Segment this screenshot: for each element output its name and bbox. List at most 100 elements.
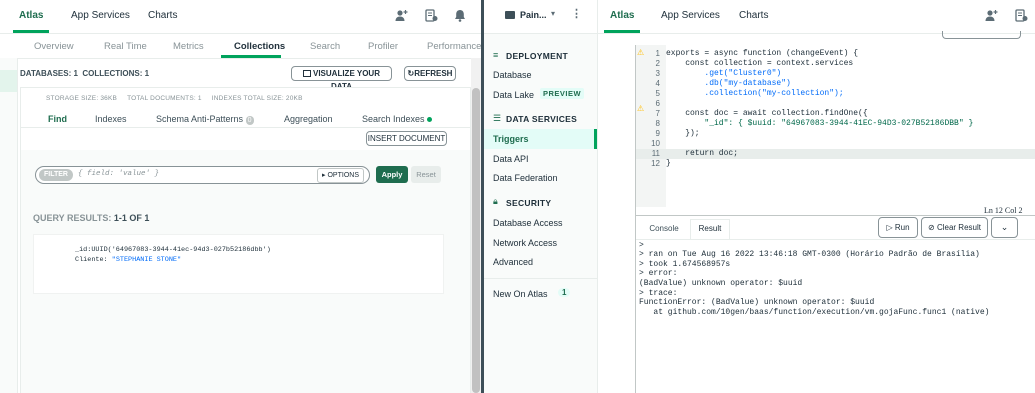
- scrollbar-thumb[interactable]: [472, 88, 480, 393]
- tabs-bottom-border: [636, 239, 1035, 240]
- line-number: 3: [655, 69, 660, 78]
- tab-console[interactable]: Console: [642, 220, 686, 238]
- stack-icon: ≡: [493, 50, 499, 60]
- clear-icon: ⊘: [928, 223, 935, 232]
- output-line: FunctionError: (BadValue) unknown operat…: [639, 298, 875, 307]
- sidebar-item-new-on-atlas[interactable]: New On Atlas: [493, 289, 548, 299]
- insert-document-button[interactable]: INSERT DOCUMENT: [366, 131, 447, 146]
- collection-stats: STORAGE SIZE: 36KB TOTAL DOCUMENTS: 1 IN…: [46, 95, 303, 102]
- subtab-collections[interactable]: Collections: [234, 41, 285, 52]
- nav-tab-charts[interactable]: Charts: [148, 0, 177, 33]
- refresh-button[interactable]: ↻REFRESH: [404, 66, 456, 81]
- nav-tab-atlas[interactable]: Atlas: [12, 0, 51, 33]
- code-line: }: [666, 159, 671, 168]
- clear-result-button[interactable]: ⊘ Clear Result: [921, 217, 988, 238]
- sidebar-item-triggers[interactable]: Triggers: [493, 134, 529, 144]
- line-number: 5: [655, 89, 660, 98]
- options-toggle[interactable]: ▸ OPTIONS: [317, 168, 364, 183]
- doc-cliente-value: "STEPHANIE STONE": [111, 256, 182, 264]
- document-card[interactable]: _id:UUID('64967083-3944-41ec-94d3-027b52…: [33, 234, 444, 294]
- section-security: SECURITY: [506, 198, 552, 208]
- run-button[interactable]: ▷ Run: [878, 217, 918, 238]
- line-number: 12: [651, 159, 660, 168]
- subtab-performance[interactable]: Performance: [427, 41, 481, 52]
- partial-button[interactable]: [942, 31, 1021, 39]
- subtab-search[interactable]: Search: [310, 41, 340, 52]
- code-line: return doc;: [666, 149, 739, 158]
- code-line: "_id": { $uuid: "64967083-3944-41EC-94D3…: [666, 119, 974, 128]
- nav-tab-charts-right[interactable]: Charts: [739, 0, 768, 33]
- more-options-icon[interactable]: ⋮: [571, 7, 582, 20]
- active-subtab-indicator: [221, 55, 281, 58]
- schema-count-badge: 0: [245, 116, 254, 125]
- indexes-size: INDEXES TOTAL SIZE: 20KB: [211, 95, 303, 102]
- invite-user-icon[interactable]: [394, 9, 408, 23]
- reset-button[interactable]: Reset: [411, 166, 441, 183]
- lock-icon: 🔒︎: [493, 196, 498, 206]
- subtab-overview[interactable]: Overview: [34, 41, 74, 52]
- namespace-sidebar: [0, 58, 18, 393]
- left-browser-pane: Atlas App Services Charts Overview Real …: [0, 0, 481, 393]
- sidebar-item-data-federation[interactable]: Data Federation: [493, 173, 558, 183]
- sidebar-item-advanced[interactable]: Advanced: [493, 257, 533, 267]
- total-documents: TOTAL DOCUMENTS: 1: [127, 95, 202, 102]
- sidebar-active-indicator: [594, 129, 597, 149]
- tab-search-indexes[interactable]: Search Indexes: [362, 114, 433, 124]
- filter-input[interactable]: { field: 'value' }: [78, 170, 159, 178]
- scrollbar-track[interactable]: [471, 58, 481, 393]
- app-services-sidebar: Pain... ▾ ⋮ ≡ DEPLOYMENT Database Data L…: [484, 0, 598, 393]
- db-collection-counts: DATABASES: 1 COLLECTIONS: 1: [20, 69, 149, 78]
- visualize-data-button[interactable]: VISUALIZE YOUR DATA: [291, 66, 392, 91]
- subtab-profiler[interactable]: Profiler: [368, 41, 398, 52]
- activity-feed-icon-right[interactable]: [1014, 9, 1028, 23]
- project-selector[interactable]: Pain...: [520, 10, 547, 20]
- apply-button[interactable]: Apply: [376, 166, 408, 183]
- collections-count: COLLECTIONS: 1: [82, 69, 150, 78]
- nav-tab-app-services-right[interactable]: App Services: [661, 0, 720, 33]
- sidebar-item-database[interactable]: Database: [493, 70, 532, 80]
- activity-feed-icon[interactable]: [424, 9, 438, 23]
- doc-id-value: UUID('64967083-3944-41ec-94d3-027b52186d…: [91, 246, 271, 254]
- top-nav: Atlas App Services Charts: [0, 0, 481, 34]
- right-top-nav: Atlas App Services Charts: [598, 0, 1035, 34]
- subtab-metrics[interactable]: Metrics: [173, 41, 204, 52]
- sidebar-item-data-api[interactable]: Data API: [493, 154, 529, 164]
- sidebar-divider: [484, 278, 597, 279]
- notifications-bell-icon[interactable]: [453, 9, 467, 23]
- code-line: const doc = await collection.findOne({: [666, 109, 868, 118]
- line-number: 10: [651, 139, 660, 148]
- doc-cliente-field: Cliente: "STEPHANIE STONE": [75, 256, 182, 264]
- function-editor: ⚠ ⚠ 1 2 3 4 5 6 7 8 9 10 11 12 exports =…: [635, 45, 1035, 393]
- chevron-down-icon: ⌄: [1000, 222, 1009, 232]
- search-indexes-status-dot: [427, 117, 433, 122]
- play-icon: ▷: [886, 223, 893, 232]
- tab-schema-anti-patterns[interactable]: Schema Anti-Patterns 0: [156, 114, 254, 125]
- subtab-real-time[interactable]: Real Time: [104, 41, 147, 52]
- data-services-icon: ☰: [493, 113, 502, 123]
- sidebar-selected-row[interactable]: [0, 70, 17, 92]
- code-line: const collection = context.services: [666, 59, 854, 68]
- preview-badge: PREVIEW: [540, 88, 585, 99]
- invite-user-icon-right[interactable]: [984, 9, 998, 23]
- doc-id-field: _id:UUID('64967083-3944-41ec-94d3-027b52…: [75, 246, 271, 254]
- nav-tab-atlas-right[interactable]: Atlas: [603, 0, 642, 33]
- cursor-position: Ln 12 Col 2: [984, 206, 1023, 215]
- sidebar-item-data-lake[interactable]: Data Lake: [493, 90, 534, 100]
- chevron-down-icon[interactable]: ▾: [551, 9, 555, 18]
- editor-panel-divider[interactable]: [636, 215, 1035, 216]
- line-number: 8: [655, 119, 660, 128]
- query-results-summary: QUERY RESULTS: 1-1 OF 1: [33, 213, 150, 223]
- filter-bar[interactable]: FILTER { field: 'value' } ▸ OPTIONS: [35, 166, 370, 184]
- more-actions-dropdown[interactable]: ⌄: [991, 217, 1018, 238]
- project-selector-bar: Pain... ▾ ⋮: [484, 0, 597, 34]
- tab-result[interactable]: Result: [690, 219, 730, 239]
- line-number: 11: [651, 149, 660, 158]
- nav-tab-app-services[interactable]: App Services: [71, 0, 130, 33]
- code-line: .collection("my-collection");: [666, 89, 844, 98]
- tab-aggregation[interactable]: Aggregation: [284, 114, 333, 124]
- sidebar-item-database-access[interactable]: Database Access: [493, 218, 563, 228]
- sidebar-item-network-access[interactable]: Network Access: [493, 238, 557, 248]
- tab-find[interactable]: Find: [48, 114, 67, 124]
- line-number: 1: [655, 49, 660, 58]
- tab-indexes[interactable]: Indexes: [95, 114, 127, 124]
